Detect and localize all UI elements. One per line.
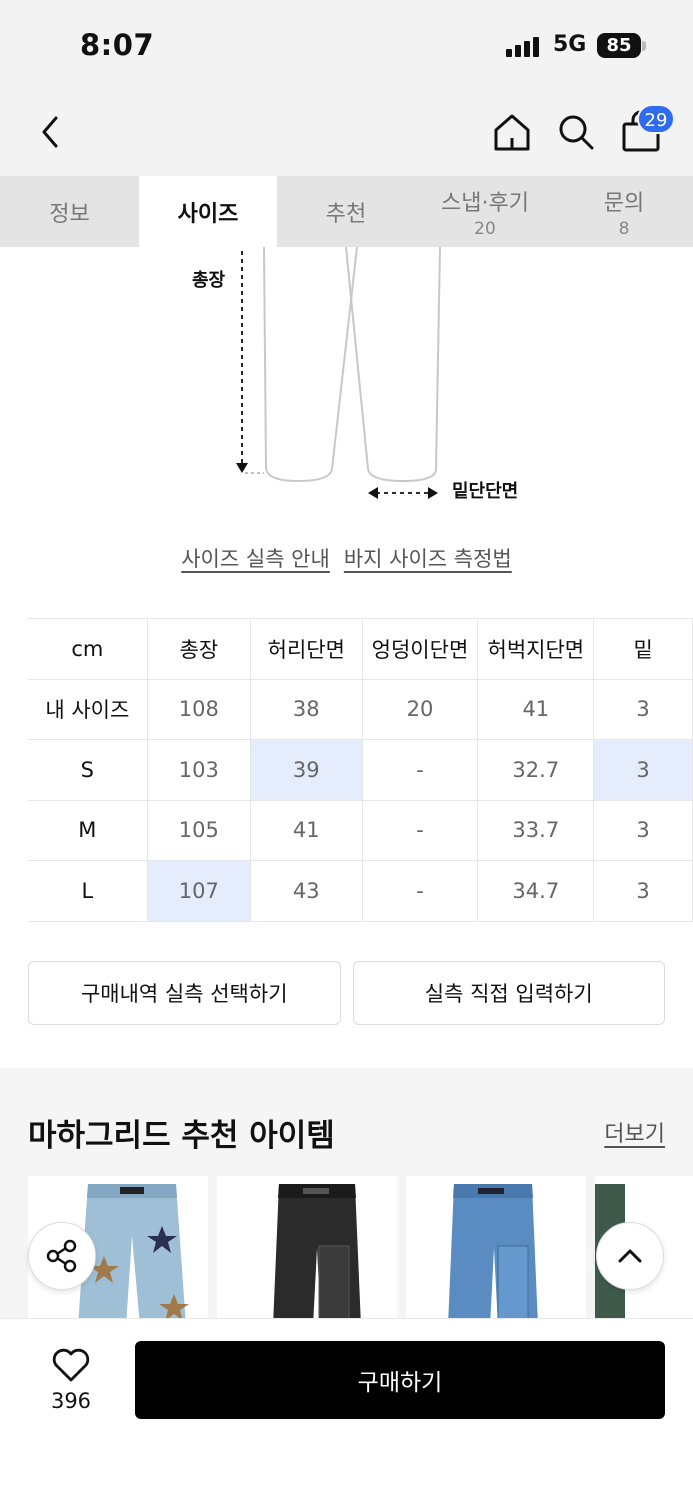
table-cell: 103 (146, 739, 252, 801)
tab-label: 스냅·후기 (441, 190, 529, 216)
search-icon[interactable] (556, 110, 596, 154)
product-thumbnail[interactable] (217, 1176, 397, 1326)
table-cell: 41 (477, 678, 595, 740)
tab-snap-review[interactable]: 스냅·후기 20 (415, 176, 555, 247)
recommend-section: 마하그리드 추천 아이템 더보기 (0, 1068, 693, 1328)
tab-size[interactable]: 사이즈 (139, 176, 277, 247)
pants-diagram (236, 246, 441, 499)
table-cell: 105 (146, 799, 252, 861)
status-time: 8:07 (80, 28, 155, 62)
size-guide-link[interactable]: 사이즈 실측 안내 (181, 543, 330, 573)
tab-label: 사이즈 (177, 201, 239, 227)
like-button[interactable]: 396 (40, 1347, 102, 1413)
size-diagram: 총장 밑단단면 (0, 246, 693, 517)
row-label: M (28, 799, 148, 861)
table-header-row: cm 총장 허리단면 엉덩이단면 허벅지단면 밑 (28, 618, 693, 680)
scroll-top-button[interactable] (596, 1222, 664, 1290)
recommend-title: 마하그리드 추천 아이템 (28, 1118, 335, 1154)
like-count: 396 (50, 1389, 92, 1413)
table-cell: 43 (250, 860, 363, 922)
jeans-image (448, 1184, 538, 1326)
table-header: 밑 (593, 618, 693, 680)
row-label: 내 사이즈 (28, 678, 148, 740)
tab-count: 20 (474, 218, 496, 239)
tab-inquiry[interactable]: 문의 8 (555, 176, 693, 247)
tab-label: 추천 (325, 201, 367, 227)
jeans-image (273, 1184, 361, 1326)
back-icon[interactable] (34, 112, 68, 152)
table-cell: - (361, 860, 479, 922)
table-cell: - (361, 799, 479, 861)
tab-bar: 정보 사이즈 추천 스냅·후기 20 문의 8 (0, 176, 693, 247)
table-cell: 34.7 (477, 860, 595, 922)
status-bar: 8:07 5G 85 (0, 0, 693, 92)
table-cell: 108 (146, 678, 252, 740)
table-header: 엉덩이단면 (361, 618, 479, 680)
table-cell: 3 (593, 799, 693, 861)
see-more-link[interactable]: 더보기 (604, 1116, 665, 1148)
share-button[interactable] (28, 1222, 96, 1290)
table-cell: 38 (250, 678, 363, 740)
tab-count: 8 (618, 218, 630, 239)
row-label: L (28, 860, 148, 922)
direct-input-measure-button[interactable]: 실측 직접 입력하기 (352, 961, 665, 1025)
hem-label: 밑단단면 (452, 481, 519, 502)
row-label: S (28, 739, 148, 801)
table-row: S 103 39 - 32.7 3 (28, 739, 693, 801)
recommend-carousel[interactable] (28, 1176, 693, 1326)
table-cell: 3 (593, 678, 693, 740)
table-header: 총장 (146, 618, 252, 680)
signal-icon (506, 35, 539, 57)
battery-tip (642, 41, 646, 51)
table-row: L 107 43 - 34.7 3 (28, 860, 693, 922)
table-row: 내 사이즈 108 38 20 41 3 (28, 678, 693, 740)
table-cell: 20 (361, 678, 479, 740)
tab-label: 정보 (49, 201, 90, 227)
table-cell: 33.7 (477, 799, 595, 861)
table-cell: 41 (250, 799, 363, 861)
network-type: 5G (553, 32, 587, 57)
top-nav: 29 (0, 92, 693, 176)
table-header: 허리단면 (250, 618, 363, 680)
share-icon (46, 1239, 77, 1273)
heart-icon (52, 1348, 90, 1382)
cart-count-badge: 29 (637, 104, 675, 134)
table-header: 허벅지단면 (477, 618, 595, 680)
chevron-up-icon (618, 1249, 642, 1263)
table-cell-highlight: 39 (250, 739, 363, 801)
measure-buttons: 구매내역 실측 선택하기 실측 직접 입력하기 (28, 961, 665, 1025)
guide-links: 사이즈 실측 안내 바지 사이즈 측정법 (0, 543, 693, 573)
bottom-bar: 396 구매하기 (0, 1318, 693, 1500)
select-purchase-measure-button[interactable]: 구매내역 실측 선택하기 (28, 961, 341, 1025)
measure-guide-link[interactable]: 바지 사이즈 측정법 (344, 543, 512, 573)
table-cell: 3 (593, 860, 693, 922)
table-header: cm (28, 618, 148, 680)
tab-recommend[interactable]: 추천 (277, 176, 415, 247)
buy-button[interactable]: 구매하기 (135, 1341, 665, 1419)
size-table[interactable]: cm 총장 허리단면 엉덩이단면 허벅지단면 밑 내 사이즈 108 38 20… (28, 618, 693, 922)
table-cell-highlight: 3 (593, 739, 693, 801)
tab-info[interactable]: 정보 (0, 176, 139, 247)
table-cell-highlight: 107 (146, 860, 252, 922)
product-thumbnail[interactable] (406, 1176, 586, 1326)
tab-label: 문의 (603, 190, 645, 216)
table-cell: 32.7 (477, 739, 595, 801)
battery-icon: 85 (597, 33, 641, 58)
table-row: M 105 41 - 33.7 3 (28, 799, 693, 861)
length-label: 총장 (192, 270, 226, 291)
table-cell: - (361, 739, 479, 801)
home-icon[interactable] (490, 110, 534, 154)
